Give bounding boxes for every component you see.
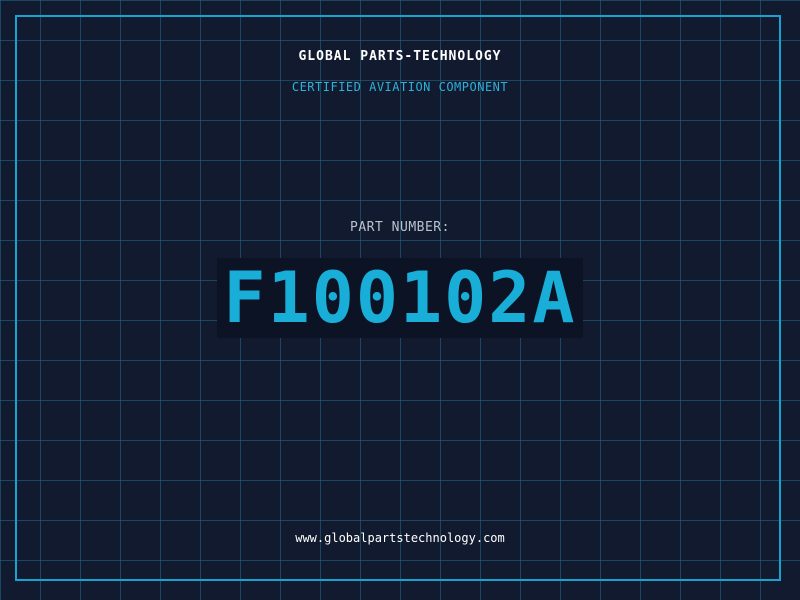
part-number-label: PART NUMBER: — [350, 220, 450, 235]
part-number-container: F100102A — [0, 258, 800, 340]
website-link[interactable]: www.globalpartstechnology.com — [0, 531, 800, 545]
part-number-value: F100102A — [217, 258, 583, 338]
tagline: CERTIFIED AVIATION COMPONENT — [291, 80, 509, 94]
company-name: GLOBAL PARTS-TECHNOLOGY — [298, 49, 502, 64]
